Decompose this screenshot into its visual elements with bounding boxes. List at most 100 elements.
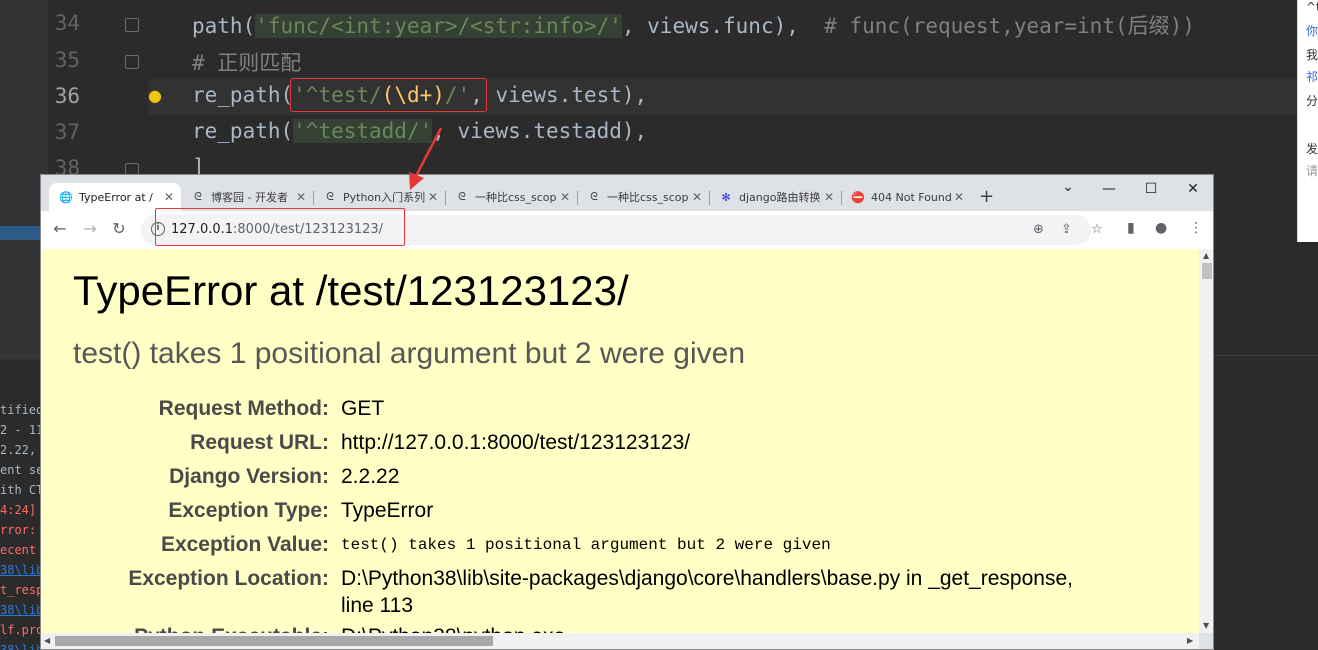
browser-tab[interactable]: 🌐 TypeError at / ✕ (49, 183, 181, 211)
side-panel-text: 发 (1306, 142, 1318, 156)
console-line: ecent (0, 543, 37, 557)
error-subtitle: test() takes 1 positional argument but 2… (73, 337, 746, 370)
tab-close-icon[interactable]: ✕ (557, 190, 573, 204)
browser-tab[interactable]: ᘓ 一种比css_scoped✕ (445, 183, 577, 211)
error-icon: ⛔ (851, 190, 865, 204)
side-chat-panel[interactable]: ^t 你我祁分发请 (1297, 0, 1318, 242)
code-line[interactable]: path('func/<int:year>/<str:info>/', view… (192, 10, 1195, 40)
browser-tab[interactable]: ᘓ 一种比css_scoped✕ (577, 183, 709, 211)
console-line: 2.22, (0, 443, 37, 457)
reload-icon[interactable]: ↻ (108, 219, 130, 238)
browser-window[interactable]: 🌐 TypeError at / ✕ ᘓ 博客园 - 开发者 ✕ ᘓ Python入门系列 ✕ ᘓ… (40, 174, 1214, 650)
share-icon[interactable]: ⇪ (1061, 222, 1072, 237)
profile-avatar-icon[interactable]: ● (1155, 220, 1167, 236)
maximize-icon[interactable]: ☐ (1136, 181, 1166, 197)
minimize-icon[interactable]: — (1094, 181, 1124, 197)
meta-label: Request URL: (190, 431, 329, 454)
annotation-highlight-box (155, 208, 405, 246)
globe-icon: 🌐 (59, 190, 73, 204)
code-line[interactable]: re_path('^testadd/', views.testadd), (192, 119, 647, 143)
tab-label: 一种比css_scoped (607, 191, 689, 204)
code-line[interactable]: # 正则匹配 (192, 47, 301, 77)
run-console-panel[interactable]: tified 2 - 11 2.22, ent se ith CT 4:24] rror: e… (0, 360, 40, 650)
close-window-icon[interactable]: ✕ (1178, 181, 1208, 197)
fold-marker-icon[interactable] (125, 55, 139, 69)
meta-label: Exception Type: (168, 499, 329, 522)
side-panel-text: 我 (1306, 48, 1318, 62)
new-tab-button[interactable]: + (979, 186, 994, 207)
selection-marker (0, 226, 40, 240)
tab-separator (445, 191, 446, 205)
fold-marker-icon[interactable] (125, 18, 139, 32)
vertical-scrollbar[interactable]: ▲ ▼ (1199, 249, 1213, 633)
side-panel-icon[interactable]: ▮ (1127, 220, 1135, 236)
console-line: 2 - 11 (0, 423, 40, 437)
line-number: 34 (54, 11, 80, 35)
meta-value: http://127.0.0.1:8000/test/123123123/ (341, 431, 691, 454)
more-menu-icon[interactable]: ⋮ (1189, 220, 1203, 236)
zoom-icon[interactable]: ⊕ (1033, 222, 1044, 237)
bookmark-star-icon[interactable]: ☆ (1091, 222, 1103, 237)
tab-label: TypeError at / (79, 190, 153, 204)
meta-value: D:\Python38\lib\site-packages\django\cor… (341, 567, 1073, 590)
console-line: 4:24] (0, 503, 37, 517)
horizontal-scrollbar[interactable]: ◀ ▶ (41, 633, 1199, 649)
tab-label: django路由转换 (739, 191, 821, 204)
console-line: tified (0, 403, 40, 417)
meta-value: TypeError (341, 499, 434, 522)
meta-label: Request Method: (158, 397, 329, 420)
page-viewport[interactable]: TypeError at /test/123123123/ test() tak… (41, 249, 1199, 633)
console-file-link[interactable]: 38\lib (0, 563, 40, 577)
side-panel-text: 分 (1306, 94, 1318, 108)
tab-label: 404 Not Found (871, 190, 951, 204)
console-file-link[interactable]: 38\lib (0, 603, 40, 617)
cnblogs-icon: ᘓ (590, 190, 598, 203)
vertical-scroll-thumb[interactable] (1202, 263, 1212, 279)
tab-strip: 🌐 TypeError at / ✕ ᘓ 博客园 - 开发者 ✕ ᘓ Python入门系列 ✕ ᘓ… (41, 175, 1213, 211)
cnblogs-icon: ᘓ (326, 190, 334, 203)
tab-close-icon[interactable]: ✕ (821, 190, 837, 204)
tab-label: 一种比css_scoped (475, 191, 557, 204)
tab-search-chevron-icon[interactable]: ⌄ (1053, 179, 1083, 195)
line-number: 36 (54, 84, 80, 108)
line-number: 37 (54, 120, 80, 144)
tab-close-icon[interactable]: ✕ (951, 190, 967, 204)
meta-label: Django Version: (169, 465, 329, 488)
console-line: rror: (0, 523, 37, 537)
tab-close-icon[interactable]: ✕ (689, 190, 705, 204)
tab-separator (577, 191, 578, 205)
lightbulb-icon[interactable]: ● (148, 86, 162, 105)
tab-close-icon[interactable]: ✕ (161, 190, 177, 204)
scroll-up-arrow-icon[interactable]: ▲ (1203, 251, 1209, 260)
console-line: t_resp (0, 583, 40, 597)
console-file-link[interactable]: 38\lib (0, 643, 40, 650)
scroll-right-arrow-icon[interactable]: ▶ (1187, 636, 1193, 645)
browser-tab[interactable]: ⛔ 404 Not Found ✕ (841, 183, 971, 211)
baidu-paw-icon: ✻ (721, 190, 731, 204)
tab-close-icon[interactable]: ✕ (425, 190, 441, 204)
browser-tab[interactable]: ᘓ Python入门系列 ✕ (313, 183, 445, 211)
forward-arrow-icon[interactable]: → (79, 219, 101, 238)
meta-label: Python Executable: (134, 625, 329, 633)
side-panel-text: 祁 (1306, 70, 1318, 84)
console-line: ent se (0, 463, 40, 477)
back-arrow-icon[interactable]: ← (49, 219, 71, 238)
horizontal-scroll-thumb[interactable] (55, 636, 493, 646)
cnblogs-icon: ᘓ (194, 190, 202, 203)
side-panel-text: 你 (1306, 24, 1318, 38)
browser-tab[interactable]: ✻ django路由转换 ✕ (709, 183, 841, 211)
tab-label: Python入门系列 (343, 191, 425, 204)
line-number: 35 (54, 48, 80, 72)
console-line: lf.pro (0, 623, 40, 637)
scroll-left-arrow-icon[interactable]: ◀ (44, 636, 50, 645)
meta-label: Exception Location: (128, 567, 329, 590)
side-panel-text: ^t (1306, 0, 1318, 14)
tab-separator (709, 191, 710, 205)
console-line: ith CT (0, 483, 40, 497)
meta-value-continued: line 113 (341, 594, 414, 617)
tab-close-icon[interactable]: ✕ (293, 190, 309, 204)
scroll-down-arrow-icon[interactable]: ▼ (1203, 621, 1209, 630)
meta-value: test() takes 1 positional argument but 2… (341, 536, 831, 554)
tab-label: 博客园 - 开发者 (211, 191, 288, 204)
browser-tab[interactable]: ᘓ 博客园 - 开发者 ✕ (181, 183, 313, 211)
